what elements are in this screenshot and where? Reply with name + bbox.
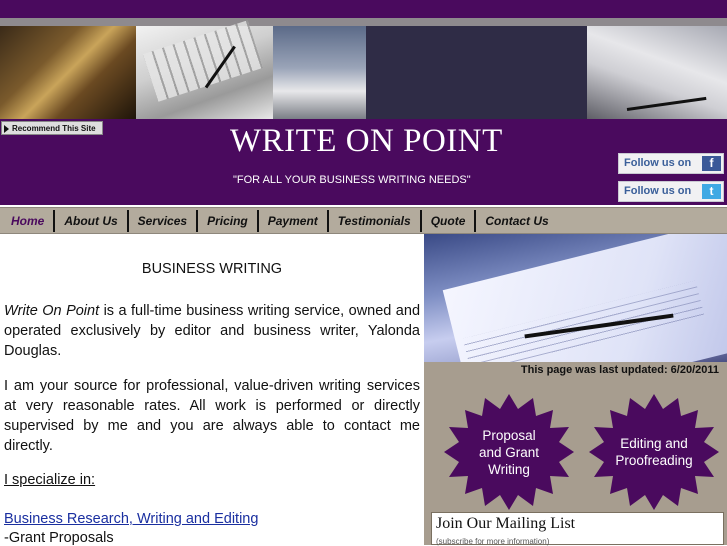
badge2-line1: Editing and xyxy=(620,436,688,451)
site-title: WRITE ON POINT xyxy=(230,123,503,159)
service-list-item: -Grant Proposals xyxy=(4,530,114,546)
fountain-pen-photo xyxy=(0,26,136,119)
page-heading: BUSINESS WRITING xyxy=(141,261,283,277)
banner-spacer xyxy=(366,26,587,119)
proposal-writing-label: Proposal and Grant Writing xyxy=(444,392,574,512)
desk-writing-photo xyxy=(273,26,366,119)
paper-pen-photo xyxy=(424,234,727,362)
follow-facebook-label: Follow us on xyxy=(624,157,692,169)
mouse-pen-photo xyxy=(587,26,727,119)
recommend-label: Recommend This Site xyxy=(12,124,96,133)
nav-home[interactable]: Home xyxy=(2,209,56,232)
play-arrow-icon xyxy=(4,124,9,133)
follow-facebook-button[interactable]: Follow us on f xyxy=(618,153,724,174)
mailing-list-box[interactable]: Join Our Mailing List (subscribe for mor… xyxy=(431,512,724,546)
sidebar: This page was last updated: 6/20/2011 Pr… xyxy=(424,234,727,546)
mailing-list-title: Join Our Mailing List xyxy=(436,515,576,532)
nav-pricing[interactable]: Pricing xyxy=(198,209,259,232)
brand-name: Write On Point xyxy=(4,303,100,319)
nav-about-us[interactable]: About Us xyxy=(55,209,129,232)
business-research-link[interactable]: Business Research, Writing and Editing xyxy=(4,511,258,527)
top-strip xyxy=(0,0,727,18)
keyboard-keys xyxy=(142,20,264,102)
proposal-writing-badge[interactable]: Proposal and Grant Writing xyxy=(444,392,574,512)
nav-contact-us[interactable]: Contact Us xyxy=(476,210,557,232)
nav-quote[interactable]: Quote xyxy=(422,209,477,232)
twitter-icon: t xyxy=(702,184,721,199)
intro-paragraph: Write On Point is a full-time business w… xyxy=(4,301,420,361)
header-divider xyxy=(0,18,727,26)
facebook-icon: f xyxy=(702,156,721,171)
badge1-line3: Writing xyxy=(488,461,530,477)
badge1-line2: and Grant xyxy=(478,444,540,460)
keyboard-writing-photo xyxy=(136,20,273,119)
photo-banner xyxy=(0,20,727,119)
editing-proofreading-badge[interactable]: Editing and Proofreading xyxy=(589,392,719,512)
pen-image-2 xyxy=(626,96,707,111)
main-navigation: Home About Us Services Pricing Payment T… xyxy=(0,207,727,234)
badge1-line1: Proposal xyxy=(482,427,536,443)
follow-twitter-label: Follow us on xyxy=(624,185,692,197)
recommend-site-button[interactable]: Recommend This Site xyxy=(1,121,103,135)
last-updated-text: This page was last updated: 6/20/2011 xyxy=(520,364,719,376)
main-content: BUSINESS WRITING Write On Point is a ful… xyxy=(4,234,420,546)
specialize-heading: I specialize in: xyxy=(4,472,96,488)
badge2-line2: Proofreading xyxy=(615,453,693,468)
nav-payment[interactable]: Payment xyxy=(259,209,329,232)
site-tagline: "FOR ALL YOUR BUSINESS WRITING NEEDS" xyxy=(233,174,471,186)
follow-twitter-button[interactable]: Follow us on t xyxy=(618,181,724,202)
nav-testimonials[interactable]: Testimonials xyxy=(329,209,422,232)
nav-services[interactable]: Services xyxy=(129,209,199,232)
value-paragraph: I am your source for professional, value… xyxy=(4,378,420,454)
editing-proofreading-label: Editing and Proofreading xyxy=(589,392,719,512)
